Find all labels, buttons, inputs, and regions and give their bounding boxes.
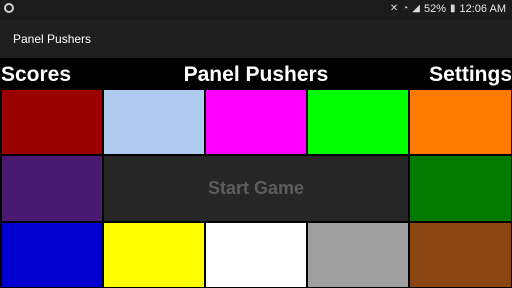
panel-brown[interactable] (409, 222, 512, 288)
panel-blue[interactable] (1, 222, 103, 288)
panel-dark-green[interactable] (409, 155, 512, 222)
mute-icon: ✕ (389, 3, 399, 14)
camera-circle-icon (4, 3, 14, 13)
status-icons: ✕ ◔ ◢ 52% ▮ 12:06 AM (390, 3, 506, 15)
panel-green[interactable] (307, 89, 409, 155)
panel-purple[interactable] (1, 155, 103, 222)
start-game-button[interactable]: Start Game (103, 155, 409, 222)
panel-orange[interactable] (409, 89, 512, 155)
battery-percent: 52% (423, 3, 446, 15)
wifi-icon: ◔ (402, 3, 409, 14)
panel-gray[interactable] (307, 222, 409, 288)
panel-white[interactable] (205, 222, 307, 288)
clock: 12:06 AM (459, 3, 506, 15)
top-nav: Scores Panel Pushers Settings (0, 58, 512, 90)
panel-light-blue[interactable] (103, 89, 205, 155)
signal-icon: ◢ (412, 3, 420, 14)
app-bar: Panel Pushers (0, 20, 512, 58)
panel-dark-red[interactable] (1, 89, 103, 155)
settings-button[interactable]: Settings (429, 62, 512, 88)
status-bar: ✕ ◔ ◢ 52% ▮ 12:06 AM (0, 0, 512, 20)
battery-icon: ▮ (450, 3, 456, 14)
panel-magenta[interactable] (205, 89, 307, 155)
panel-yellow[interactable] (103, 222, 205, 288)
app-title: Panel Pushers (13, 32, 92, 46)
